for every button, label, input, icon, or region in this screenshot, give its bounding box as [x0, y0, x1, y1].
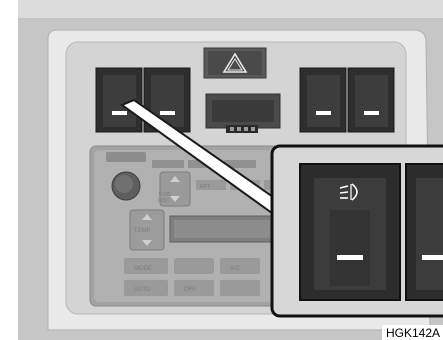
figure-code: HGK142A — [381, 325, 443, 340]
off-label: OFF — [184, 287, 196, 293]
right-switch-2[interactable] — [347, 67, 395, 133]
center-vent — [205, 93, 281, 133]
hazard-button[interactable] — [203, 47, 267, 79]
disc-label: DISC — [158, 198, 170, 204]
console-drawing: TUNE DISC TEMP MODE AUTO OFF A/C RPT PS — [18, 0, 443, 340]
auto-label: AUTO — [134, 287, 151, 293]
ac-label: A/C — [230, 266, 241, 272]
mode-label: MODE — [134, 266, 152, 272]
fog-light-switch[interactable] — [299, 163, 401, 301]
rpt-label: RPT — [200, 184, 210, 190]
temp-label: TEMP — [134, 228, 151, 234]
magnified-inset — [270, 144, 443, 318]
right-switch-1[interactable] — [299, 67, 347, 133]
dashboard-illustration: TUNE DISC TEMP MODE AUTO OFF A/C RPT PS — [18, 0, 443, 340]
